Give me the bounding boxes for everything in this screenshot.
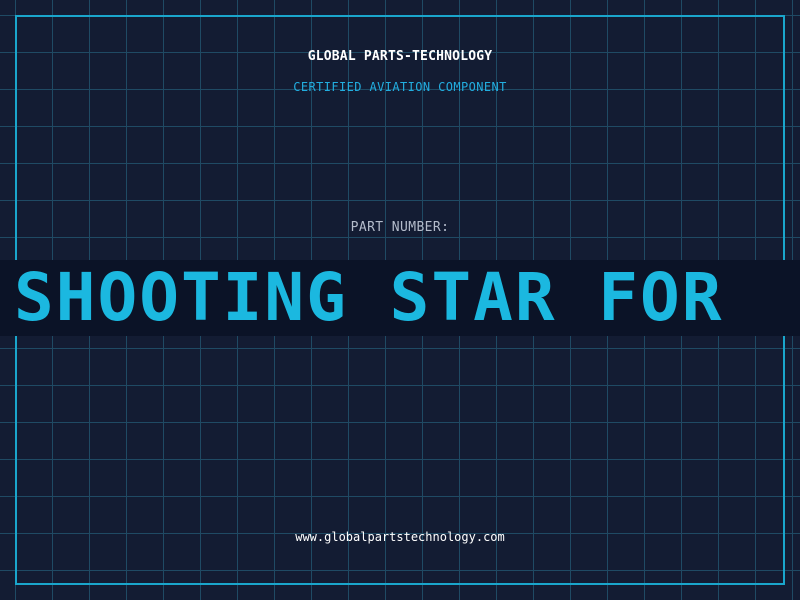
- part-number-label: PART NUMBER:: [350, 220, 450, 235]
- part-number-value: SHOOTING STAR FOR: [14, 260, 724, 336]
- brand-title: GLOBAL PARTS-TECHNOLOGY: [307, 49, 493, 64]
- brand-subtitle: CERTIFIED AVIATION COMPONENT: [293, 80, 507, 94]
- website-url: www.globalpartstechnology.com: [295, 530, 505, 544]
- canvas: GLOBAL PARTS-TECHNOLOGY CERTIFIED AVIATI…: [0, 0, 800, 600]
- part-number-banner: SHOOTING STAR FOR: [0, 260, 800, 336]
